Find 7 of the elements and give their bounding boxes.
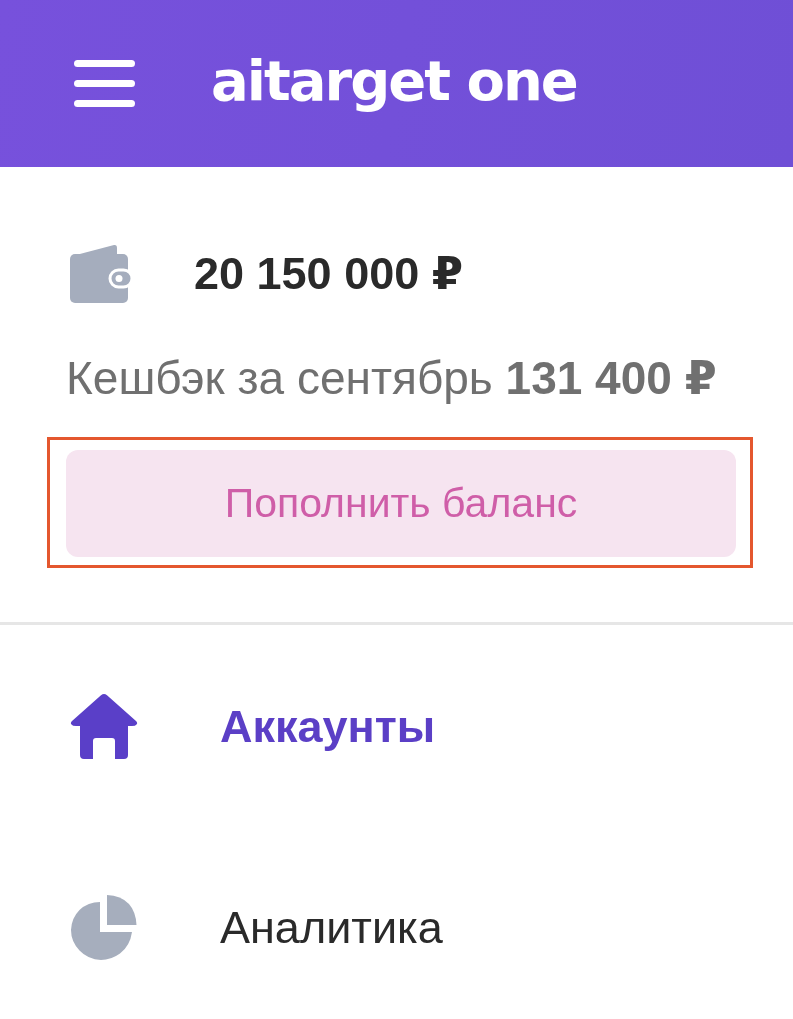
menu-icon[interactable] [74,60,135,107]
balance-amount: 20 150 000 ₽ [194,250,464,296]
wallet-icon [70,243,132,303]
menu-item[interactable]: Аккаунты [220,703,436,749]
home-icon [70,693,138,759]
pie-chart-icon [70,894,138,960]
menu-item[interactable]: Аналитика [220,904,443,950]
